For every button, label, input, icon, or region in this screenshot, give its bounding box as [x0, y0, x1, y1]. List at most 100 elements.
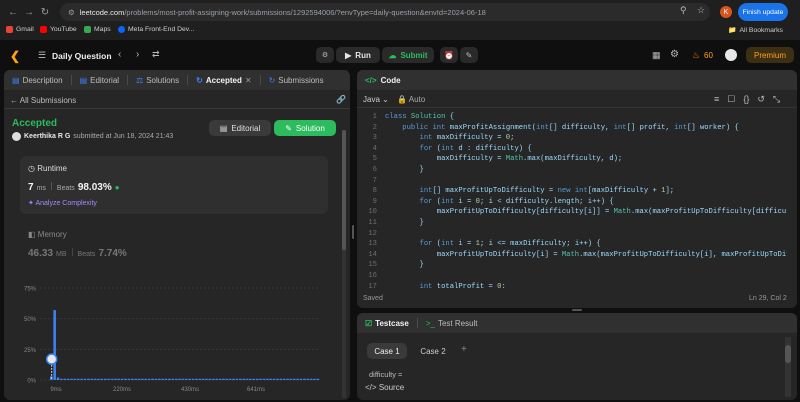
chart-bar[interactable]: [228, 378, 232, 380]
chart-bar[interactable]: [272, 378, 276, 380]
bookmark-star-icon[interactable]: ☆: [697, 5, 705, 16]
chart-bar[interactable]: [144, 378, 148, 380]
chart-bar[interactable]: [83, 378, 87, 380]
tab-description[interactable]: ▤ Description: [12, 76, 63, 85]
language-select[interactable]: Java ⌄: [363, 95, 389, 104]
chart-bar[interactable]: [164, 378, 168, 380]
all-bookmarks[interactable]: 📁 All Bookmarks: [728, 26, 783, 35]
chart-bar[interactable]: [262, 378, 266, 380]
chart-bar[interactable]: [222, 378, 225, 380]
chart-bar[interactable]: [181, 378, 185, 380]
add-case-button[interactable]: +: [461, 344, 467, 355]
your-submission-marker[interactable]: [45, 353, 58, 365]
debug-icon[interactable]: ⚙: [316, 47, 334, 63]
user-avatar[interactable]: [725, 49, 737, 61]
tab-submissions[interactable]: ↻ Submissions: [269, 76, 324, 85]
tab-editorial[interactable]: ▤ Editorial: [80, 76, 119, 85]
chart-bar[interactable]: [293, 378, 296, 380]
chart-bar[interactable]: [309, 378, 313, 380]
tab-accepted[interactable]: ↻ Accepted ✕: [196, 76, 251, 85]
address-bar[interactable]: ⚙ leetcode.com/problems/most-profit-assi…: [60, 3, 710, 21]
profile-avatar[interactable]: K: [720, 6, 732, 18]
chart-bar[interactable]: [232, 378, 235, 380]
site-info-icon[interactable]: ⚙: [68, 8, 75, 17]
chart-bar[interactable]: [239, 378, 242, 380]
chart-bar[interactable]: [171, 378, 175, 380]
chart-bar[interactable]: [303, 378, 306, 380]
bookmark-gmail[interactable]: Gmail: [6, 26, 34, 33]
link-icon[interactable]: 🔗: [336, 95, 346, 104]
chart-bar[interactable]: [131, 378, 134, 380]
chart-bar[interactable]: [70, 378, 73, 380]
chart-bar[interactable]: [299, 378, 303, 380]
chart-bar[interactable]: [117, 378, 121, 380]
chart-bar[interactable]: [174, 378, 178, 380]
code-line[interactable]: 3 int maxDifficulty = 0;: [357, 133, 787, 144]
chart-bar[interactable]: [185, 378, 188, 380]
runtime-card[interactable]: ◷ Runtime 7 ms Beats 98.03% ● ✦ Analyze …: [20, 156, 328, 214]
notes-icon[interactable]: ✎: [460, 47, 478, 63]
chart-bar[interactable]: [266, 378, 269, 380]
all-submissions-link[interactable]: ← All Submissions: [10, 96, 76, 105]
chart-bar[interactable]: [215, 378, 218, 380]
case-1-tab[interactable]: Case 1: [367, 343, 407, 359]
chart-bar[interactable]: [249, 378, 252, 380]
chart-bar[interactable]: [104, 378, 107, 380]
code-line[interactable]: 14 maxProfitUpToDifficulty[i] = Math.max…: [357, 250, 787, 261]
reset-icon[interactable]: ↺: [757, 94, 765, 105]
code-line[interactable]: 13 for (int i = 1; i <= maxDifficulty; i…: [357, 239, 787, 250]
code-line[interactable]: 11 }: [357, 218, 787, 229]
chart-bar[interactable]: [259, 378, 262, 380]
source-link[interactable]: </> Source: [365, 383, 404, 392]
chart-bar[interactable]: [77, 378, 80, 380]
close-tab-icon[interactable]: ✕: [245, 76, 252, 85]
scrollbar-track[interactable]: [342, 130, 346, 398]
back-icon[interactable]: ←: [6, 5, 20, 19]
problem-list-title[interactable]: Daily Question: [52, 51, 112, 61]
chart-bar[interactable]: [208, 378, 212, 380]
prev-problem-icon[interactable]: ‹: [118, 49, 121, 60]
chart-bar[interactable]: [252, 378, 256, 380]
chart-bar[interactable]: [66, 378, 70, 380]
chart-bar[interactable]: [141, 378, 144, 380]
chart-bar[interactable]: [60, 378, 63, 380]
chart-bar[interactable]: [286, 378, 289, 380]
forward-icon[interactable]: →: [22, 5, 36, 19]
chart-bar[interactable]: [198, 378, 202, 380]
chart-bar[interactable]: [80, 378, 83, 380]
problem-list-icon[interactable]: ☰: [38, 50, 46, 61]
mode-select[interactable]: 🔒 Auto: [397, 95, 425, 104]
premium-button[interactable]: Premium: [746, 47, 794, 63]
code-line[interactable]: 4 for (int d : difficulty) {: [357, 144, 787, 155]
shuffle-icon[interactable]: ⇄: [152, 49, 160, 60]
tab-solutions[interactable]: ⚖ Solutions: [136, 76, 179, 85]
chart-bar[interactable]: [191, 378, 195, 380]
chart-bar[interactable]: [245, 378, 249, 380]
chart-bar[interactable]: [225, 378, 229, 380]
chart-bar[interactable]: [282, 378, 286, 380]
bookmark-icon[interactable]: ☐: [727, 94, 735, 105]
chart-bar[interactable]: [63, 378, 67, 380]
chart-bar[interactable]: [188, 378, 191, 380]
braces-icon[interactable]: {}: [743, 94, 749, 105]
solution-button[interactable]: ✎ Solution: [274, 120, 336, 136]
scrollbar-thumb[interactable]: [785, 345, 791, 363]
scrollbar-track[interactable]: [785, 337, 791, 397]
chart-bar[interactable]: [127, 378, 131, 380]
streak-fire-icon[interactable]: ♨: [692, 50, 700, 61]
settings-gear-icon[interactable]: ⚙: [670, 49, 679, 60]
bookmark-maps[interactable]: Maps: [84, 26, 111, 33]
chart-bar[interactable]: [205, 378, 208, 380]
chart-bar[interactable]: [124, 378, 127, 380]
fullscreen-icon[interactable]: ⤡: [773, 94, 780, 105]
layout-icon[interactable]: ▦: [652, 50, 661, 61]
chart-bar[interactable]: [276, 378, 279, 380]
chart-bar[interactable]: [168, 378, 171, 380]
chart-bar[interactable]: [212, 378, 215, 380]
chart-bar[interactable]: [255, 378, 259, 380]
chart-bar[interactable]: [87, 378, 90, 380]
tab-testcase[interactable]: ☑ Testcase: [365, 319, 409, 328]
chart-bar[interactable]: [134, 378, 137, 380]
chart-bar[interactable]: [120, 378, 124, 380]
chart-bar[interactable]: [235, 378, 239, 380]
